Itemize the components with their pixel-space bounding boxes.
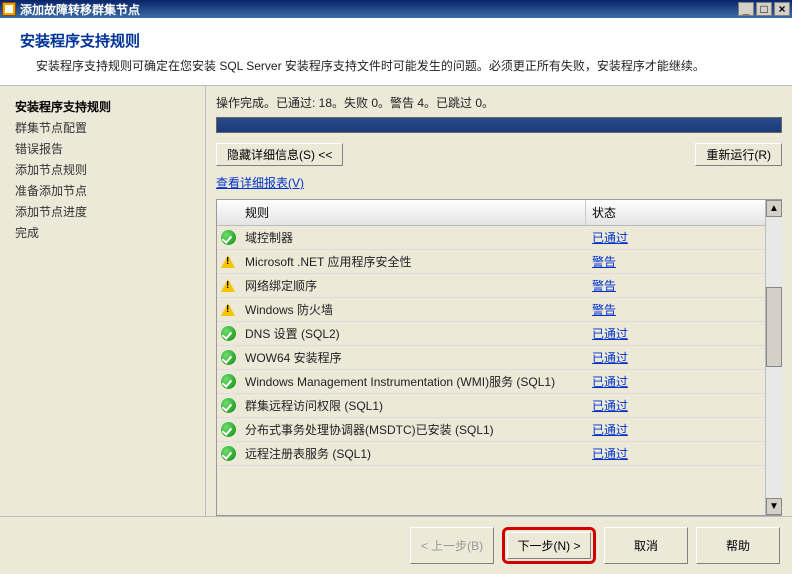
status-text: 操作完成。已通过: 18。失败 0。警告 4。已跳过 0。 <box>216 94 782 111</box>
rule-cell: Windows 防火墙 <box>239 301 586 318</box>
rules-table: 规则 状态 域控制器已通过Microsoft .NET 应用程序安全性警告网络绑… <box>216 199 782 516</box>
next-button-highlight: 下一步(N) > <box>502 527 596 564</box>
rule-cell: 域控制器 <box>239 229 586 246</box>
sidebar-item-3[interactable]: 添加节点规则 <box>15 159 190 180</box>
check-icon <box>221 398 236 413</box>
close-button[interactable]: × <box>774 2 790 16</box>
table-row[interactable]: 远程注册表服务 (SQL1) 已通过 <box>217 442 782 466</box>
check-icon <box>221 422 236 437</box>
progress-bar <box>216 117 782 133</box>
table-row[interactable]: 域控制器已通过 <box>217 226 782 250</box>
table-header: 规则 状态 <box>217 200 782 226</box>
status-link[interactable]: 已通过 <box>592 423 628 437</box>
col-rule-header[interactable]: 规则 <box>239 200 586 225</box>
sidebar-item-2[interactable]: 错误报告 <box>15 138 190 159</box>
rule-cell: 群集远程访问权限 (SQL1) <box>239 397 586 414</box>
check-icon <box>221 374 236 389</box>
check-icon <box>221 326 236 341</box>
next-button[interactable]: 下一步(N) > <box>507 532 591 559</box>
check-icon <box>221 350 236 365</box>
status-link[interactable]: 已通过 <box>592 375 628 389</box>
sidebar-item-4[interactable]: 准备添加节点 <box>15 180 190 201</box>
col-status-header[interactable]: 状态 <box>586 200 782 225</box>
status-link[interactable]: 已通过 <box>592 327 628 341</box>
sidebar-item-0[interactable]: 安装程序支持规则 <box>15 96 190 117</box>
check-icon <box>221 446 236 461</box>
scroll-down-button[interactable]: ▼ <box>766 498 782 515</box>
wizard-sidebar: 安装程序支持规则群集节点配置错误报告添加节点规则准备添加节点添加节点进度完成 <box>0 86 205 516</box>
status-link[interactable]: 警告 <box>592 279 616 293</box>
status-link[interactable]: 已通过 <box>592 447 628 461</box>
app-icon <box>2 2 16 16</box>
rule-cell: DNS 设置 (SQL2) <box>239 325 586 342</box>
scroll-up-button[interactable]: ▲ <box>766 200 782 217</box>
rule-cell: 远程注册表服务 (SQL1) <box>239 445 586 462</box>
scroll-thumb[interactable] <box>766 287 782 367</box>
sidebar-item-1[interactable]: 群集节点配置 <box>15 117 190 138</box>
scroll-track[interactable] <box>766 217 782 498</box>
table-row[interactable]: DNS 设置 (SQL2) 已通过 <box>217 322 782 346</box>
sidebar-item-5[interactable]: 添加节点进度 <box>15 201 190 222</box>
rule-cell: 分布式事务处理协调器(MSDTC)已安装 (SQL1) <box>239 421 586 438</box>
table-row[interactable]: WOW64 安装程序已通过 <box>217 346 782 370</box>
view-report-link[interactable]: 查看详细报表(V) <box>216 174 782 191</box>
back-button[interactable]: < 上一步(B) <box>410 527 494 564</box>
rule-cell: 网络绑定顺序 <box>239 277 586 294</box>
warning-icon <box>221 279 235 292</box>
table-row[interactable]: Microsoft .NET 应用程序安全性警告 <box>217 250 782 274</box>
rule-cell: Microsoft .NET 应用程序安全性 <box>239 253 586 270</box>
vertical-scrollbar[interactable]: ▲ ▼ <box>765 200 782 515</box>
minimize-button[interactable]: _ <box>738 2 754 16</box>
table-row[interactable]: 分布式事务处理协调器(MSDTC)已安装 (SQL1) 已通过 <box>217 418 782 442</box>
status-link[interactable]: 已通过 <box>592 351 628 365</box>
titlebar: 添加故障转移群集节点 _ □ × <box>0 0 792 18</box>
page-description: 安装程序支持规则可确定在您安装 SQL Server 安装程序支持文件时可能发生… <box>36 57 772 75</box>
status-link[interactable]: 已通过 <box>592 399 628 413</box>
check-icon <box>221 230 236 245</box>
rule-cell: Windows Management Instrumentation (WMI)… <box>239 373 586 390</box>
warning-icon <box>221 255 235 268</box>
rerun-button[interactable]: 重新运行(R) <box>695 143 782 166</box>
table-row[interactable]: Windows Management Instrumentation (WMI)… <box>217 370 782 394</box>
sidebar-item-6[interactable]: 完成 <box>15 222 190 243</box>
hide-details-button[interactable]: 隐藏详细信息(S) << <box>216 143 343 166</box>
maximize-button[interactable]: □ <box>756 2 772 16</box>
help-button[interactable]: 帮助 <box>696 527 780 564</box>
cancel-button[interactable]: 取消 <box>604 527 688 564</box>
status-link[interactable]: 警告 <box>592 303 616 317</box>
table-row[interactable]: 群集远程访问权限 (SQL1) 已通过 <box>217 394 782 418</box>
page-header: 安装程序支持规则 安装程序支持规则可确定在您安装 SQL Server 安装程序… <box>0 18 792 86</box>
status-link[interactable]: 已通过 <box>592 231 628 245</box>
table-row[interactable]: Windows 防火墙警告 <box>217 298 782 322</box>
table-row[interactable]: 网络绑定顺序警告 <box>217 274 782 298</box>
main-panel: 操作完成。已通过: 18。失败 0。警告 4。已跳过 0。 隐藏详细信息(S) … <box>205 86 792 516</box>
window-title: 添加故障转移群集节点 <box>20 1 736 18</box>
rule-cell: WOW64 安装程序 <box>239 349 586 366</box>
wizard-footer: < 上一步(B) 下一步(N) > 取消 帮助 <box>0 516 792 574</box>
page-title: 安装程序支持规则 <box>20 30 772 51</box>
warning-icon <box>221 303 235 316</box>
status-link[interactable]: 警告 <box>592 255 616 269</box>
